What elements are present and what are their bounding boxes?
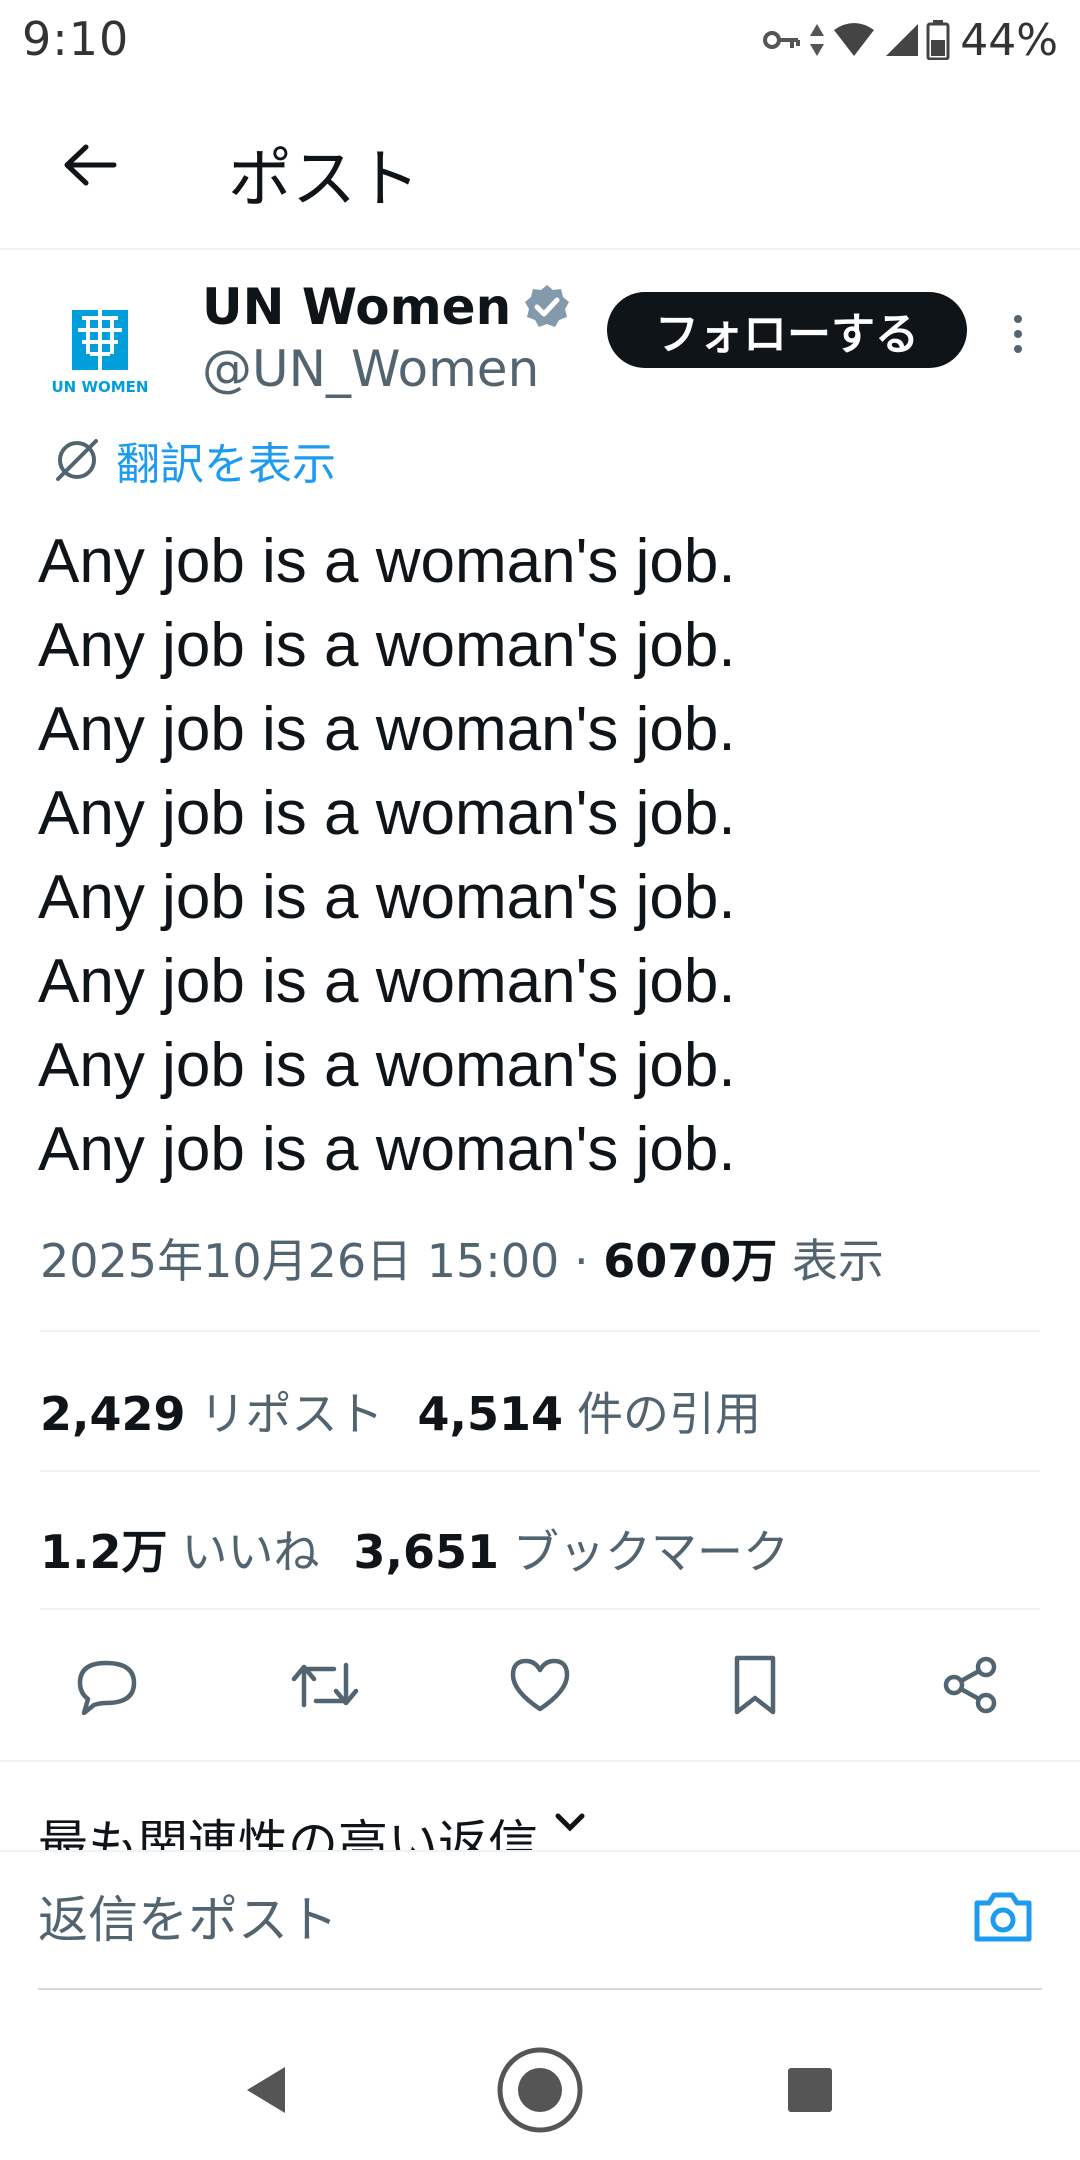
quotes-stat[interactable]: 4,514 件の引用 <box>418 1378 762 1444</box>
tweet-meta: 2025年10月26日 15:00 · 6070万 表示 <box>40 1225 884 1291</box>
bookmark-icon <box>734 1655 776 1715</box>
follow-button[interactable]: フォローする <box>607 292 967 368</box>
replies-sort-dropdown[interactable]: 最も関連性の高い返信 <box>38 1804 588 1850</box>
bookmark-button[interactable] <box>720 1650 790 1720</box>
divider <box>40 1608 1040 1610</box>
status-bar: 9:10 44% <box>0 0 1080 80</box>
tweet-line: Any job is a woman's job. <box>38 527 736 596</box>
camera-button[interactable] <box>968 1882 1038 1952</box>
recents-square-icon <box>788 2068 832 2112</box>
un-women-logo-icon <box>72 310 128 370</box>
nav-recents-button[interactable] <box>760 2040 860 2140</box>
author-row: UN WOMEN UN Women @UN_Women フォローする <box>0 270 1080 410</box>
status-icons: 44% <box>762 12 1058 68</box>
tweet-line: Any job is a woman's job. <box>38 695 736 764</box>
tweet-line: Any job is a woman's job. <box>38 779 736 848</box>
more-options-button[interactable] <box>1000 304 1036 364</box>
tweet-timestamp[interactable]: 2025年10月26日 15:00 <box>40 1234 559 1288</box>
views-label: 表示 <box>791 1234 884 1288</box>
share-button[interactable] <box>935 1650 1005 1720</box>
quotes-count: 4,514 <box>417 1387 564 1441</box>
show-translation-label: 翻訳を表示 <box>116 439 336 490</box>
stats-row-likes: 1.2万 いいね 3,651 ブックマーク <box>40 1516 789 1582</box>
divider <box>40 1470 1040 1472</box>
reply-composer <box>0 1850 1080 1990</box>
share-icon <box>943 1656 997 1714</box>
replies-sort-label: 最も関連性の高い返信 <box>38 1815 538 1850</box>
home-circle-icon <box>497 2047 583 2133</box>
bookmarks-count: 3,651 <box>353 1525 500 1579</box>
camera-icon <box>974 1892 1032 1942</box>
status-time: 9:10 <box>22 12 130 66</box>
reposts-label: リポスト <box>199 1387 384 1441</box>
battery-icon <box>926 20 950 60</box>
tweet-line: Any job is a woman's job. <box>38 611 736 680</box>
reposts-count: 2,429 <box>40 1387 186 1441</box>
back-button[interactable] <box>50 130 130 200</box>
signal-icon <box>886 24 919 56</box>
translate-globe-icon <box>56 439 98 481</box>
tweet-line: Any job is a woman's job. <box>38 1031 736 1100</box>
author-name-row: UN Women <box>202 278 571 336</box>
top-app-bar: ポスト <box>0 80 1080 250</box>
data-arrows-icon <box>810 24 825 56</box>
meta-separator: · <box>573 1234 589 1288</box>
tweet-line: Any job is a woman's job. <box>38 947 736 1016</box>
avatar[interactable]: UN WOMEN <box>40 290 160 410</box>
likes-stat[interactable]: 1.2万 いいね <box>40 1516 320 1582</box>
battery-percent: 44% <box>960 14 1058 66</box>
more-dot-icon <box>1014 345 1022 353</box>
back-triangle-icon <box>247 2067 285 2113</box>
quotes-label: 件の引用 <box>577 1387 762 1441</box>
likes-count: 1.2万 <box>40 1525 168 1579</box>
like-button[interactable] <box>505 1650 575 1720</box>
views-count: 6070万 <box>603 1234 778 1288</box>
nav-home-button[interactable] <box>490 2040 590 2140</box>
likes-label: いいね <box>181 1525 320 1579</box>
tweet-text: Any job is a woman's job. Any job is a w… <box>38 520 1048 1192</box>
author-handle[interactable]: @UN_Women <box>202 340 539 398</box>
reply-underline <box>38 1988 1042 1990</box>
system-nav-bar <box>0 2020 1080 2160</box>
tweet-line: Any job is a woman's job. <box>38 1115 736 1184</box>
like-icon <box>510 1658 570 1712</box>
vpn-key-icon <box>763 31 801 49</box>
reply-icon <box>77 1660 137 1715</box>
repost-icon <box>291 1662 359 1708</box>
bookmarks-label: ブックマーク <box>513 1525 790 1579</box>
show-translation-link[interactable]: 翻訳を表示 <box>52 428 336 492</box>
divider <box>40 1330 1040 1332</box>
author-name[interactable]: UN Women <box>202 278 511 336</box>
reposts-stat[interactable]: 2,429 リポスト <box>40 1378 384 1444</box>
bookmarks-stat[interactable]: 3,651 ブックマーク <box>354 1516 790 1582</box>
arrow-left-icon <box>64 144 117 186</box>
verified-badge-icon <box>525 285 570 327</box>
page-title: ポスト <box>228 143 420 217</box>
more-dot-icon <box>1014 330 1022 338</box>
reply-button[interactable] <box>72 1650 142 1720</box>
wifi-icon <box>834 23 875 56</box>
reply-input[interactable] <box>38 1870 938 1970</box>
tweet-line: Any job is a woman's job. <box>38 863 736 932</box>
stats-row-reposts: 2,429 リポスト 4,514 件の引用 <box>40 1378 761 1444</box>
action-bar <box>0 1630 1080 1740</box>
nav-back-button[interactable] <box>216 2040 316 2140</box>
avatar-label: UN WOMEN <box>51 378 149 396</box>
repost-button[interactable] <box>290 1650 360 1720</box>
more-dot-icon <box>1014 315 1022 323</box>
chevron-down-icon <box>555 1813 585 1832</box>
divider <box>0 1760 1080 1762</box>
